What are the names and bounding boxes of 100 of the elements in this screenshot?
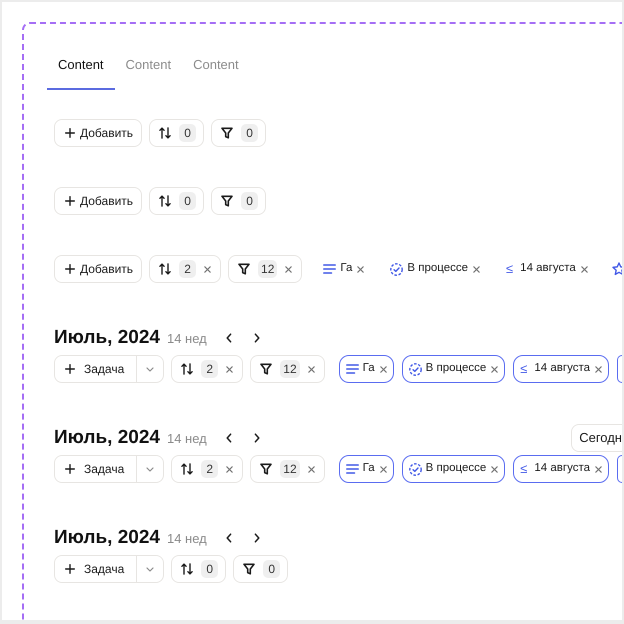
filter-chip[interactable]: Га — [316, 255, 372, 283]
chevron-down-icon — [146, 566, 154, 572]
sort-button[interactable]: 0 — [149, 119, 204, 147]
sort-button[interactable]: 0 — [149, 187, 204, 215]
chevron-down-icon — [146, 466, 154, 472]
chevron-right-icon — [254, 533, 260, 543]
chevron-left-icon — [226, 433, 232, 443]
less-or-equal-sign: ≤ — [520, 460, 528, 478]
dashed-circle-check-icon — [408, 462, 422, 476]
count-badge: 0 — [241, 124, 258, 142]
filter-icon — [238, 263, 250, 275]
dashed-circle-check-icon — [408, 362, 422, 376]
close-icon[interactable] — [285, 266, 292, 272]
less-or-equal-sign: ≤ — [520, 360, 528, 378]
filter-chip[interactable]: В процессе — [402, 355, 506, 383]
plus-icon — [65, 564, 75, 574]
sort-arrows-icon — [181, 563, 194, 575]
close-icon[interactable] — [580, 266, 588, 272]
sort-arrows-icon — [159, 263, 172, 275]
add-task-button[interactable]: Задача — [54, 355, 138, 383]
close-icon[interactable] — [380, 466, 387, 472]
count-badge: 0 — [263, 560, 280, 578]
add-button[interactable]: Добавить — [54, 119, 142, 147]
week-count: 14 нед — [166, 430, 207, 448]
count-badge: 0 — [179, 124, 196, 142]
count-badge: 12 — [280, 360, 300, 378]
close-icon[interactable] — [226, 366, 234, 372]
count-badge: 2 — [201, 360, 218, 378]
sort-arrows-icon — [159, 127, 172, 139]
close-icon[interactable] — [594, 466, 602, 472]
week-count: 14 нед — [166, 330, 207, 348]
filter-icon — [260, 363, 272, 375]
close-icon[interactable] — [473, 266, 480, 272]
count-badge: 2 — [179, 260, 196, 278]
week-count: 14 нед — [166, 530, 207, 548]
sort-arrows-icon — [181, 463, 194, 475]
filter-chip[interactable]: Га — [338, 455, 394, 483]
close-icon[interactable] — [308, 466, 315, 472]
month-title: Июль, 2024 — [54, 326, 160, 350]
count-badge: 2 — [201, 460, 218, 478]
chevron-left-icon — [226, 333, 232, 343]
add-button[interactable]: Добавить — [54, 187, 142, 215]
filter-chip[interactable]: В процессе — [402, 455, 506, 483]
chevron-down-icon — [146, 366, 154, 372]
filter-chip[interactable]: Га — [338, 355, 394, 383]
plus-icon — [65, 264, 75, 274]
month-title: Июль, 2024 — [54, 526, 160, 550]
add-task-button[interactable]: Задача — [54, 555, 138, 583]
add-button[interactable]: Добавить — [54, 255, 142, 283]
chevron-left-icon — [226, 533, 232, 543]
close-icon[interactable] — [594, 366, 602, 372]
filter-button[interactable]: 12 — [228, 255, 302, 283]
today-button[interactable]: Сегодн — [571, 424, 622, 452]
sort-arrows-icon — [159, 195, 172, 207]
filter-button[interactable]: 12 — [250, 355, 325, 383]
filter-button[interactable]: 0 — [211, 187, 266, 215]
sort-button[interactable]: 2 — [149, 255, 222, 283]
count-badge: 0 — [179, 192, 196, 210]
close-icon[interactable] — [226, 466, 234, 472]
lines-icon — [346, 364, 359, 374]
filter-icon — [243, 563, 256, 575]
filter-button[interactable]: 0 — [233, 555, 288, 583]
close-icon[interactable] — [491, 366, 498, 372]
filter-chip[interactable]: ≤ 14 августа — [513, 355, 609, 383]
plus-icon — [65, 128, 75, 138]
lines-icon — [346, 464, 359, 474]
count-badge: 0 — [241, 192, 258, 210]
add-task-button[interactable]: Задача — [54, 455, 138, 483]
dashed-circle-check-icon — [390, 262, 404, 276]
filter-button[interactable]: 12 — [250, 455, 325, 483]
filter-chip[interactable]: В процессе — [383, 255, 488, 283]
plus-icon — [65, 364, 75, 374]
filter-chip[interactable]: ≤ 14 августа — [513, 455, 609, 483]
lines-icon — [323, 264, 336, 274]
filter-chip[interactable] — [616, 355, 622, 383]
month-title: Июль, 2024 — [54, 426, 160, 450]
tab[interactable]: Content — [47, 45, 115, 90]
close-icon[interactable] — [308, 366, 315, 372]
filter-button[interactable]: 0 — [211, 119, 266, 147]
less-or-equal-sign: ≤ — [506, 260, 514, 278]
sort-button[interactable]: 0 — [171, 555, 226, 583]
sort-button[interactable]: 2 — [171, 355, 244, 383]
plus-icon — [65, 464, 75, 474]
filter-icon — [221, 127, 234, 139]
star-icon — [612, 262, 622, 276]
plus-icon — [65, 196, 75, 206]
filter-icon — [260, 463, 272, 475]
count-badge: 12 — [258, 260, 278, 278]
close-icon[interactable] — [380, 366, 387, 372]
close-icon[interactable] — [491, 466, 498, 472]
count-badge: 0 — [201, 560, 218, 578]
filter-chip[interactable] — [616, 455, 622, 483]
chevron-right-icon — [254, 433, 260, 443]
filter-icon — [221, 195, 234, 207]
chevron-right-icon — [254, 333, 260, 343]
close-icon[interactable] — [357, 266, 364, 272]
close-icon[interactable] — [204, 266, 212, 272]
sort-button[interactable]: 2 — [171, 455, 244, 483]
count-badge: 12 — [280, 460, 300, 478]
filter-chip[interactable]: ≤ 14 августа — [499, 255, 595, 283]
